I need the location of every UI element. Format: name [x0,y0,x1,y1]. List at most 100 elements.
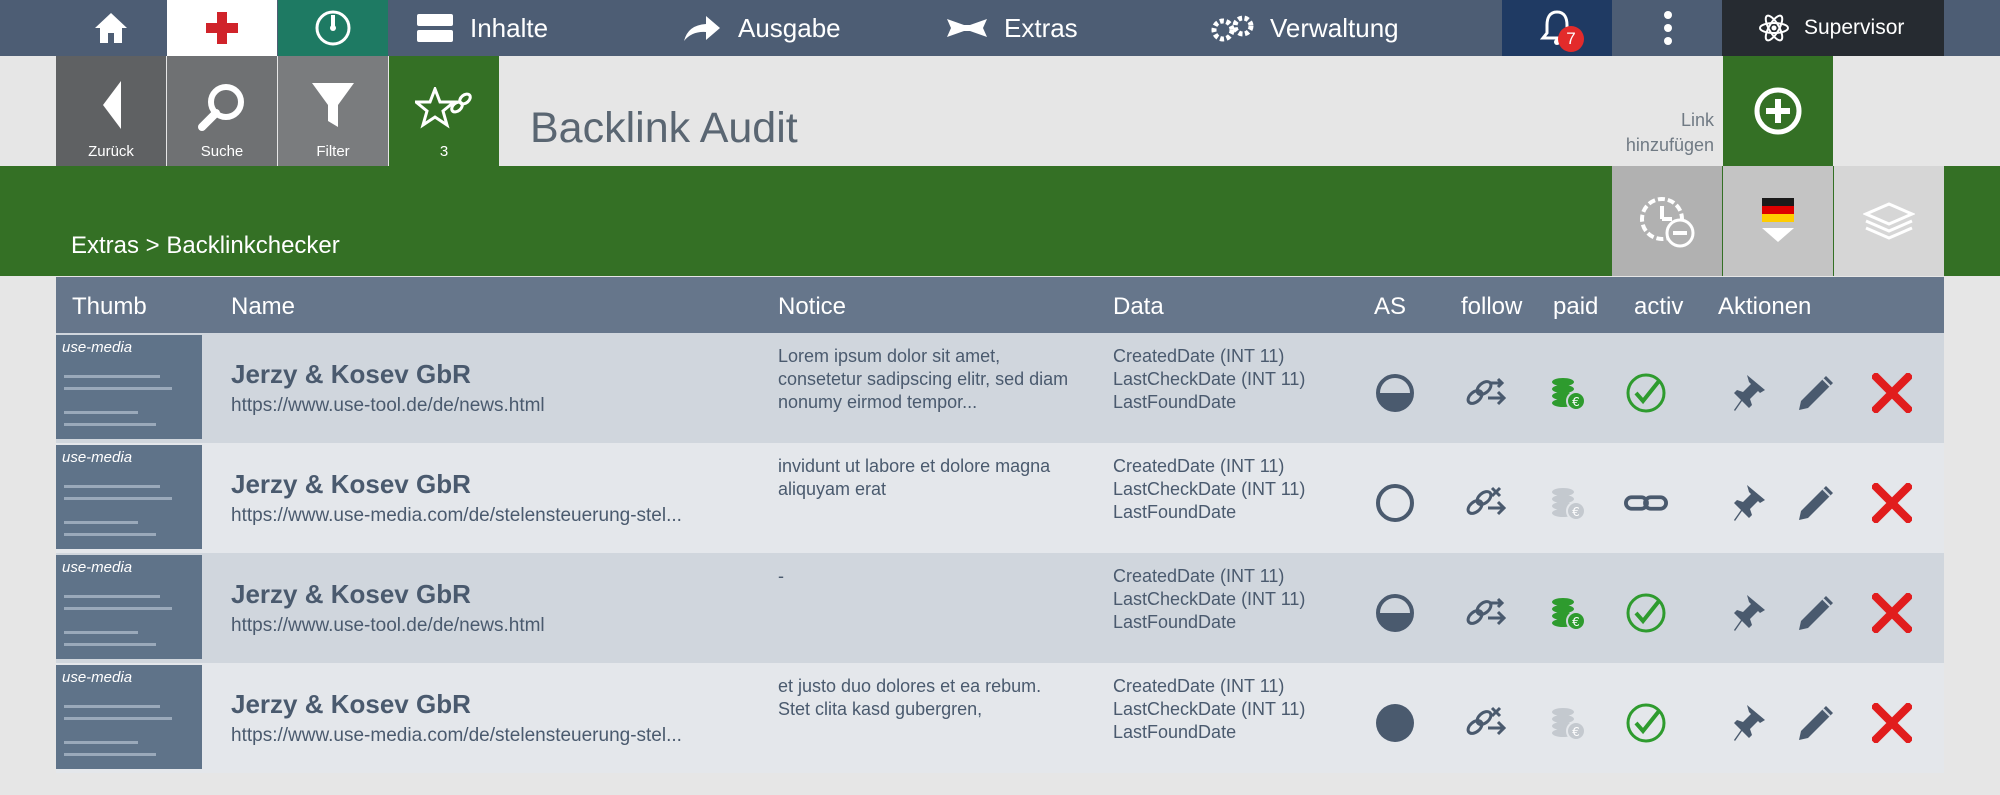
search-button[interactable]: Suche [167,56,277,166]
follow-toggle[interactable] [1464,591,1508,635]
notifications-button[interactable]: 7 [1502,0,1612,56]
col-paid[interactable]: paid [1553,293,1598,321]
activ-toggle[interactable] [1624,371,1668,415]
delete-button[interactable] [1870,371,1914,415]
col-activ[interactable]: activ [1634,293,1683,321]
thumbnail[interactable]: use-media [56,335,202,439]
nofollow-link-icon [1466,706,1507,736]
col-as[interactable]: AS [1374,293,1406,321]
follow-toggle[interactable] [1464,701,1508,745]
delete-button[interactable] [1870,481,1914,525]
nav-inhalte-label: Inhalte [470,12,549,43]
more-menu-button[interactable] [1625,0,1711,56]
thumbnail[interactable]: use-media [56,555,202,659]
pin-button[interactable] [1728,371,1772,415]
coins-euro-inactive-icon: € [1552,708,1586,741]
row-data-lastfound: LastFoundDate [1113,722,1237,742]
as-indicator [1373,481,1417,525]
row-url[interactable]: https://www.use-media.com/de/stelensteue… [231,505,682,527]
back-button[interactable]: Zurück [56,56,166,166]
row-name[interactable]: Jerzy & Kosev GbR [231,579,471,610]
row-url[interactable]: https://www.use-tool.de/de/news.html [231,615,545,637]
add-link-label: Link hinzufügen [1626,108,1714,158]
row-name[interactable]: Jerzy & Kosev GbR [231,359,471,390]
nav-inhalte[interactable]: Inhalte [416,0,616,56]
nav-extras[interactable]: Extras [946,0,1146,56]
user-menu[interactable]: Supervisor [1722,0,1944,56]
layers-button[interactable] [1834,166,1944,276]
home-icon [95,13,127,43]
activ-toggle[interactable] [1624,481,1668,525]
row-notice: invidunt ut labore et dolore magna aliqu… [778,456,1051,499]
svg-text:€: € [1572,615,1580,629]
nofollow-link-icon [1466,486,1507,516]
edit-button[interactable] [1794,591,1838,635]
paid-toggle[interactable]: € [1546,481,1590,525]
col-thumb: Thumb [72,293,147,320]
thumbnail[interactable]: use-media [56,445,202,549]
pencil-icon [1799,486,1833,520]
nav-verwaltung-label: Verwaltung [1270,12,1399,43]
follow-link-icon [1466,377,1507,406]
check-circle-icon [1626,703,1666,743]
add-link-label-line1: Link [1680,110,1714,130]
col-follow[interactable]: follow [1461,293,1522,321]
thumbnail[interactable]: use-media [56,665,202,769]
starred-links-button[interactable]: 3 [389,56,499,166]
starred-links-count: 3 [439,143,449,160]
as-half-icon [1376,374,1414,412]
paid-toggle[interactable]: € [1546,701,1590,745]
german-flag-dropdown-icon [1762,198,1794,242]
chain-link-icon [1624,495,1668,511]
add-link-button[interactable] [1723,56,1833,166]
row-url[interactable]: https://www.use-media.com/de/stelensteue… [231,725,682,747]
col-notice[interactable]: Notice [778,293,846,321]
clock-gear-minus-icon [1640,197,1695,248]
pin-button[interactable] [1728,481,1772,525]
follow-toggle[interactable] [1464,371,1508,415]
edit-button[interactable] [1794,481,1838,525]
paid-toggle[interactable]: € [1546,591,1590,635]
table-row: use-media Jerzy & Kosev GbR https://www.… [56,553,1944,663]
notification-badge: 7 [1558,26,1584,52]
paid-toggle[interactable]: € [1546,371,1590,415]
follow-toggle[interactable] [1464,481,1508,525]
content-block-icon [417,14,453,42]
edit-button[interactable] [1794,371,1838,415]
pin-button[interactable] [1728,591,1772,635]
language-select[interactable] [1723,166,1833,276]
add-button[interactable] [167,0,277,56]
row-data-lastcheck: LastCheckDate (INT 11) [1113,589,1306,609]
add-link-label-line2: hinzufügen [1625,135,1714,155]
nav-ausgabe[interactable]: Ausgabe [682,0,882,56]
row-data-lastfound: LastFoundDate [1113,612,1237,632]
svg-text:€: € [1572,505,1580,519]
delete-button[interactable] [1870,701,1914,745]
row-name[interactable]: Jerzy & Kosev GbR [231,469,471,500]
filter-button[interactable]: Filter [278,56,388,166]
home-button[interactable] [56,0,166,56]
row-notice: et justo duo dolores et ea rebum. Stet c… [778,676,1042,719]
row-name[interactable]: Jerzy & Kosev GbR [231,689,471,720]
page-title: Backlink Audit [530,104,798,152]
table-row: use-media Jerzy & Kosev GbR https://www.… [56,663,1944,773]
pencil-icon [1799,596,1833,630]
activ-toggle[interactable] [1624,701,1668,745]
col-data[interactable]: Data [1113,293,1164,321]
delete-button[interactable] [1870,591,1914,635]
row-data-lastfound: LastFoundDate [1113,502,1237,522]
check-circle-icon [1626,593,1666,633]
col-aktionen: Aktionen [1718,293,1812,320]
timer-button[interactable] [278,0,388,56]
col-name[interactable]: Name [231,293,295,321]
nav-extras-label: Extras [1004,12,1078,43]
edit-button[interactable] [1794,701,1838,745]
search-label: Suche [200,143,244,160]
nav-verwaltung[interactable]: Verwaltung [1210,0,1470,56]
activ-toggle[interactable] [1624,591,1668,635]
row-data: CreatedDate (INT 11) LastCheckDate (INT … [1113,345,1305,414]
pin-button[interactable] [1728,701,1772,745]
coins-euro-icon: € [1552,378,1586,411]
row-url[interactable]: https://www.use-tool.de/de/news.html [231,395,545,417]
schedule-settings-button[interactable] [1612,166,1722,276]
